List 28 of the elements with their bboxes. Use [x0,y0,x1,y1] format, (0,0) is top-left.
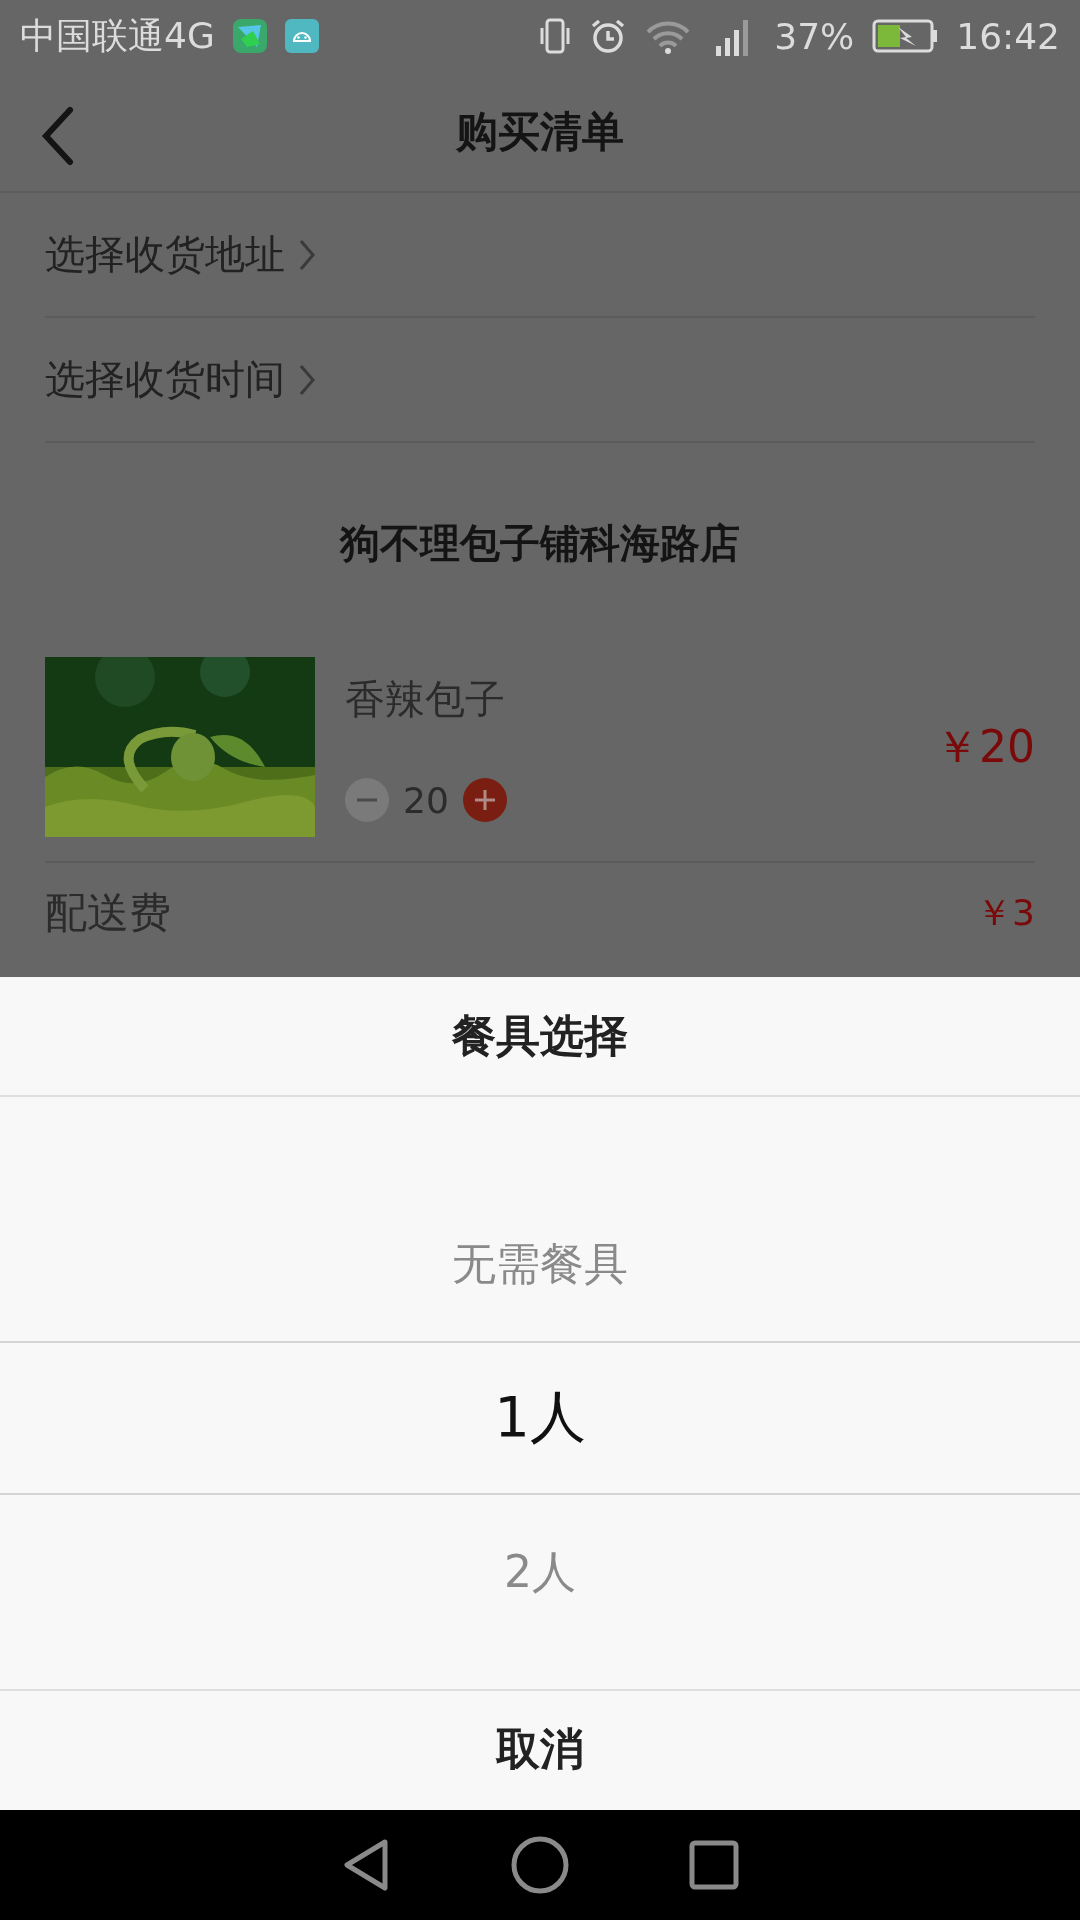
recents-square-icon[interactable] [689,1840,739,1890]
carrier-name: 中国联通4G [20,13,215,58]
picker-option[interactable]: 2人 [0,1495,1080,1649]
plus-button[interactable] [462,778,507,822]
minus-button[interactable] [345,778,389,822]
shop-name: 狗不理包子铺科海路店 [340,518,740,568]
selector-label[interactable]: 选择收货时间 [45,352,285,407]
vibrate-icon [538,18,573,54]
android-icon [284,19,319,53]
picker-option[interactable]: 无需餐具 [0,1187,1080,1341]
picker-option[interactable]: 1人 [0,1341,1080,1495]
quantity-value: 20 [403,779,449,821]
alarm-icon [590,18,627,54]
app-icon [232,19,267,53]
battery-charging-icon [872,19,939,53]
battery-percent: 37% [774,15,855,57]
home-circle-icon[interactable] [511,1836,569,1894]
delivery-fee-label: 配送费 [45,887,171,939]
chevron-right-icon[interactable] [299,238,315,271]
delivery-fee-amount: ￥3 [976,890,1035,935]
page-title: 购买清单 [456,105,624,158]
sheet-title: 餐具选择 [0,977,1080,1097]
product-price: ￥20 [935,719,1035,774]
back-triangle-icon[interactable] [341,1838,391,1892]
clock-time: 16:42 [956,15,1060,57]
selector-label[interactable]: 选择收货地址 [45,227,285,282]
product-name: 香辣包子 [345,675,506,724]
chevron-right-icon[interactable] [299,363,315,396]
